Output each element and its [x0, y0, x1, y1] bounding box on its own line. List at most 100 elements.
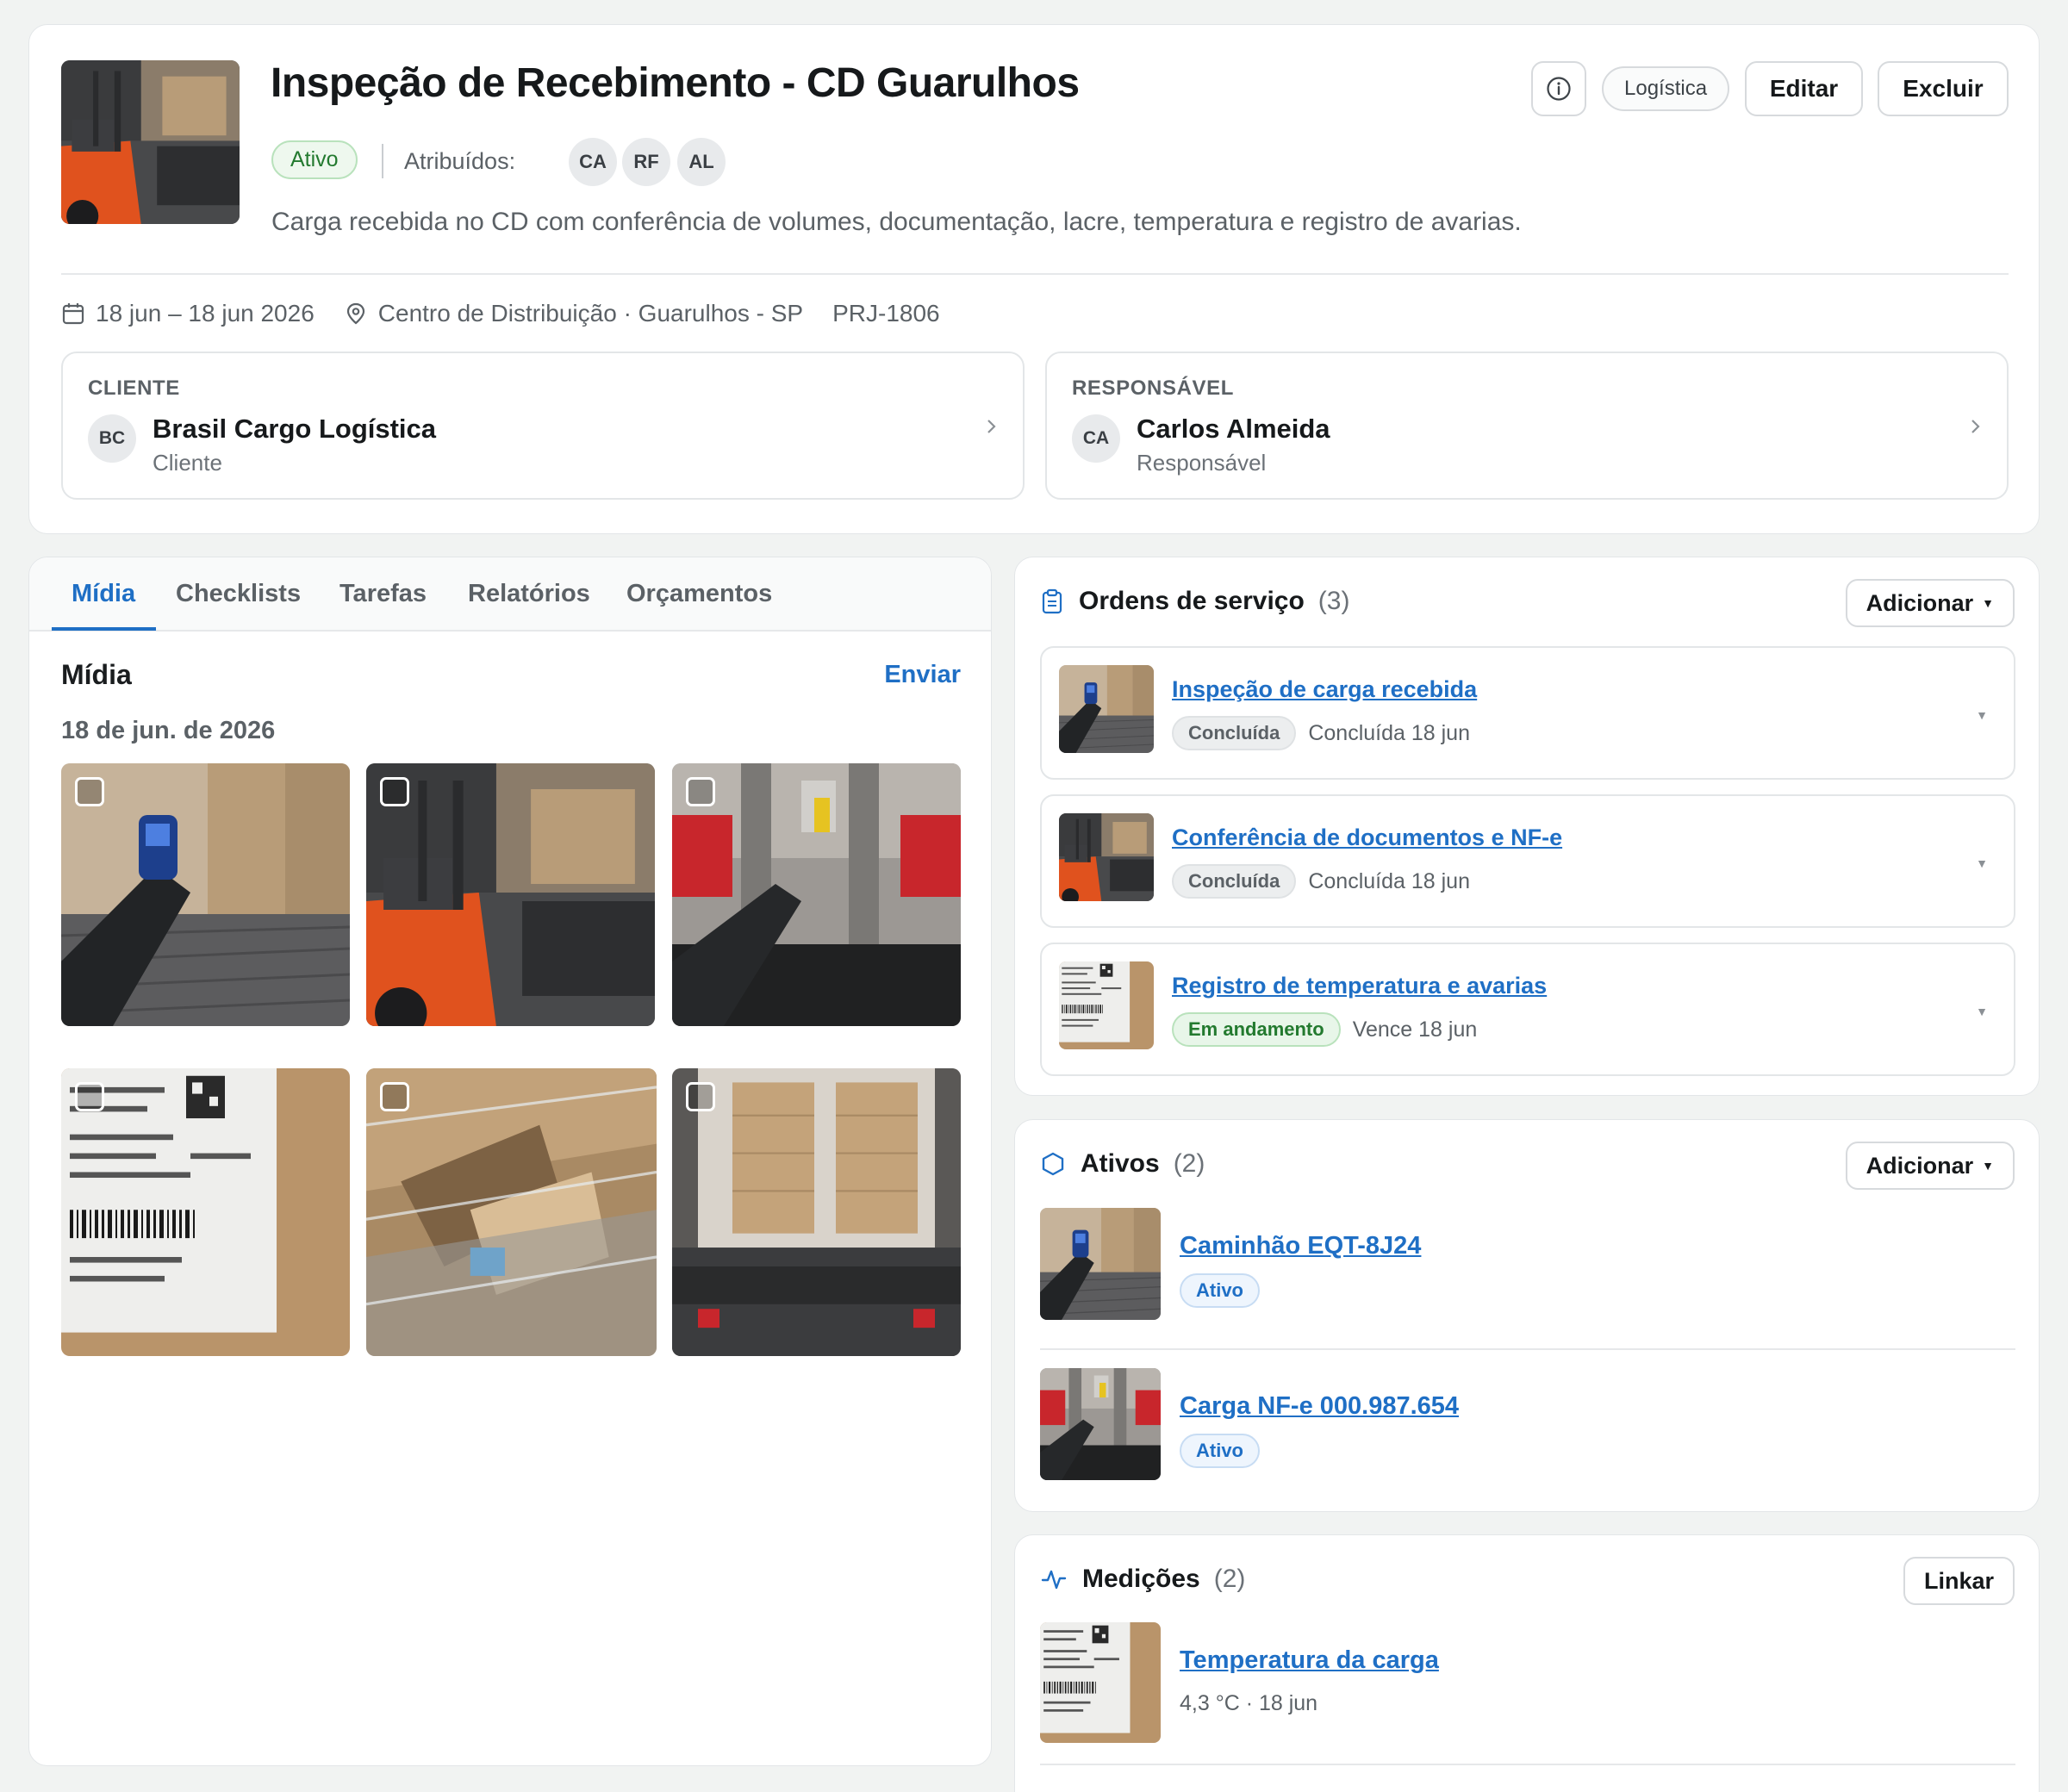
client-role: Cliente	[153, 450, 222, 476]
measurements-count: (2)	[1213, 1565, 1246, 1593]
responsible-role: Responsável	[1137, 450, 1267, 476]
select-checkbox[interactable]	[75, 777, 104, 806]
tab-tarefas[interactable]: Tarefas	[339, 580, 427, 608]
service-order-link[interactable]: Conferência de documentos e NF-e	[1172, 824, 1562, 851]
measurement-item[interactable]: Temperatura da carga 4,3 °C · 18 jun	[1040, 1622, 2015, 1760]
media-photo[interactable]	[672, 763, 961, 1026]
service-order-link[interactable]: Registro de temperatura e avarias	[1172, 973, 1547, 999]
chevron-right-icon	[1969, 415, 1983, 438]
status-badge: Ativo	[1180, 1273, 1260, 1308]
service-orders-card: Ordens de serviço (3) Adicionar ▼ Inspeç…	[1014, 557, 2040, 1096]
divider	[1040, 1764, 2015, 1765]
page-title: Inspeção de Recebimento - CD Guarulhos	[271, 60, 1080, 106]
asset-status: Ativo	[1180, 1273, 1260, 1308]
select-checkbox[interactable]	[75, 1082, 104, 1111]
service-order-thumbnail	[1059, 813, 1154, 901]
calendar-icon	[62, 303, 84, 325]
asset-item[interactable]: Caminhão EQT-8J24 Ativo	[1040, 1208, 2015, 1346]
caret-down-icon[interactable]: ▼	[1976, 856, 1988, 870]
asset-item[interactable]: Carga NF-e 000.987.654 Ativo	[1040, 1368, 2015, 1506]
service-order-item[interactable]: Conferência de documentos e NF-e Concluí…	[1040, 794, 2015, 928]
media-photo[interactable]	[366, 763, 655, 1026]
assignee-avatar-al[interactable]: AL	[677, 138, 726, 186]
status-badge: Concluída	[1172, 864, 1297, 899]
client-card[interactable]: CLIENTE BC Brasil Cargo Logística Client…	[61, 352, 1025, 500]
service-order-date: Concluída 18 jun	[1308, 868, 1470, 893]
measurements-header: Medições (2)	[1041, 1565, 1245, 1594]
send-button[interactable]: Enviar	[884, 661, 961, 689]
client-kicker: CLIENTE	[88, 376, 180, 400]
assets-count: (2)	[1173, 1149, 1205, 1178]
responsible-name: Carlos Almeida	[1137, 414, 1330, 444]
edit-button[interactable]: Editar	[1745, 61, 1863, 116]
service-order-status-row: Concluída Concluída 18 jun	[1172, 864, 1470, 899]
service-orders-header: Ordens de serviço (3)	[1041, 587, 1349, 616]
client-name: Brasil Cargo Logística	[153, 414, 437, 444]
service-order-thumbnail	[1059, 961, 1154, 1049]
location-text: Centro de Distribuição · Guarulhos - SP	[377, 300, 804, 327]
select-checkbox[interactable]	[380, 777, 409, 806]
service-order-item[interactable]: Registro de temperatura e avarias Em and…	[1040, 943, 2015, 1076]
project-meta-row: 18 jun – 18 jun 2026 Centro de Distribui…	[61, 300, 969, 327]
assigned-label: Atribuídos:	[404, 148, 516, 174]
map-pin-icon	[346, 302, 364, 325]
status-badge: Ativo	[271, 140, 358, 179]
link-measurement-button[interactable]: Linkar	[1903, 1557, 2015, 1605]
chevron-right-icon	[985, 415, 999, 438]
tab-midia[interactable]: Mídia	[72, 580, 135, 608]
hexagon-icon	[1042, 1152, 1064, 1176]
status-badge: Concluída	[1172, 716, 1297, 750]
service-order-link[interactable]: Inspeção de carga recebida	[1172, 676, 1477, 703]
media-date-group: 18 de jun. de 2026	[61, 717, 276, 744]
measurements-title: Medições	[1082, 1565, 1200, 1593]
responsible-card[interactable]: RESPONSÁVEL CA Carlos Almeida Responsáve…	[1045, 352, 2009, 500]
media-photo[interactable]	[61, 1068, 350, 1356]
status-badge: Ativo	[1180, 1434, 1260, 1468]
service-order-thumbnail	[1059, 665, 1154, 753]
tab-checklists[interactable]: Checklists	[176, 580, 301, 608]
add-label: Adicionar	[1866, 589, 1974, 616]
category-tag[interactable]: Logística	[1602, 66, 1730, 111]
service-order-date: Vence 18 jun	[1352, 1017, 1478, 1042]
delete-button[interactable]: Excluir	[1878, 61, 2009, 116]
measurement-thumbnail	[1040, 1622, 1161, 1743]
assignee-avatar-ca[interactable]: CA	[569, 138, 617, 186]
add-service-order-button[interactable]: Adicionar ▼	[1845, 579, 2015, 627]
measurement-link[interactable]: Temperatura da carga	[1180, 1646, 1439, 1675]
tab-bar: Mídia Checklists Tarefas Relatórios Orça…	[29, 557, 991, 632]
asset-link[interactable]: Caminhão EQT-8J24	[1180, 1232, 1421, 1260]
date-range-text: 18 jun – 18 jun 2026	[96, 300, 315, 327]
service-order-item[interactable]: Inspeção de carga recebida Concluída Con…	[1040, 646, 2015, 780]
media-photo[interactable]	[61, 763, 350, 1026]
project-thumbnail[interactable]	[61, 60, 240, 224]
responsible-kicker: RESPONSÁVEL	[1072, 376, 1234, 400]
select-checkbox[interactable]	[686, 777, 715, 806]
media-photo[interactable]	[366, 1068, 657, 1356]
info-button[interactable]	[1531, 61, 1586, 116]
caret-down-icon: ▼	[1982, 596, 1994, 610]
info-icon	[1547, 77, 1571, 101]
active-tab-indicator	[52, 627, 156, 631]
date-range: 18 jun – 18 jun 2026	[61, 300, 315, 327]
divider	[61, 273, 2009, 275]
assignee-avatar-rf[interactable]: RF	[622, 138, 670, 186]
caret-down-icon[interactable]: ▼	[1976, 1005, 1988, 1018]
divider	[382, 144, 383, 178]
project-header-card: Inspeção de Recebimento - CD Guarulhos A…	[28, 24, 2040, 534]
divider	[1040, 1348, 2015, 1350]
service-order-status-row: Em andamento Vence 18 jun	[1172, 1012, 1477, 1047]
caret-down-icon[interactable]: ▼	[1976, 708, 1988, 722]
asset-link[interactable]: Carga NF-e 000.987.654	[1180, 1392, 1459, 1421]
assets-title: Ativos	[1081, 1149, 1160, 1178]
tab-orcamentos[interactable]: Orçamentos	[626, 580, 772, 608]
media-photo[interactable]	[672, 1068, 961, 1356]
asset-thumbnail	[1040, 1368, 1161, 1480]
activity-icon	[1041, 1570, 1067, 1590]
add-asset-button[interactable]: Adicionar ▼	[1845, 1142, 2015, 1190]
media-section-title: Mídia	[61, 659, 132, 690]
select-checkbox[interactable]	[380, 1082, 409, 1111]
location: Centro de Distribuição · Guarulhos - SP	[344, 300, 803, 327]
select-checkbox[interactable]	[686, 1082, 715, 1111]
asset-status: Ativo	[1180, 1434, 1260, 1468]
tab-relatorios[interactable]: Relatórios	[468, 580, 590, 608]
